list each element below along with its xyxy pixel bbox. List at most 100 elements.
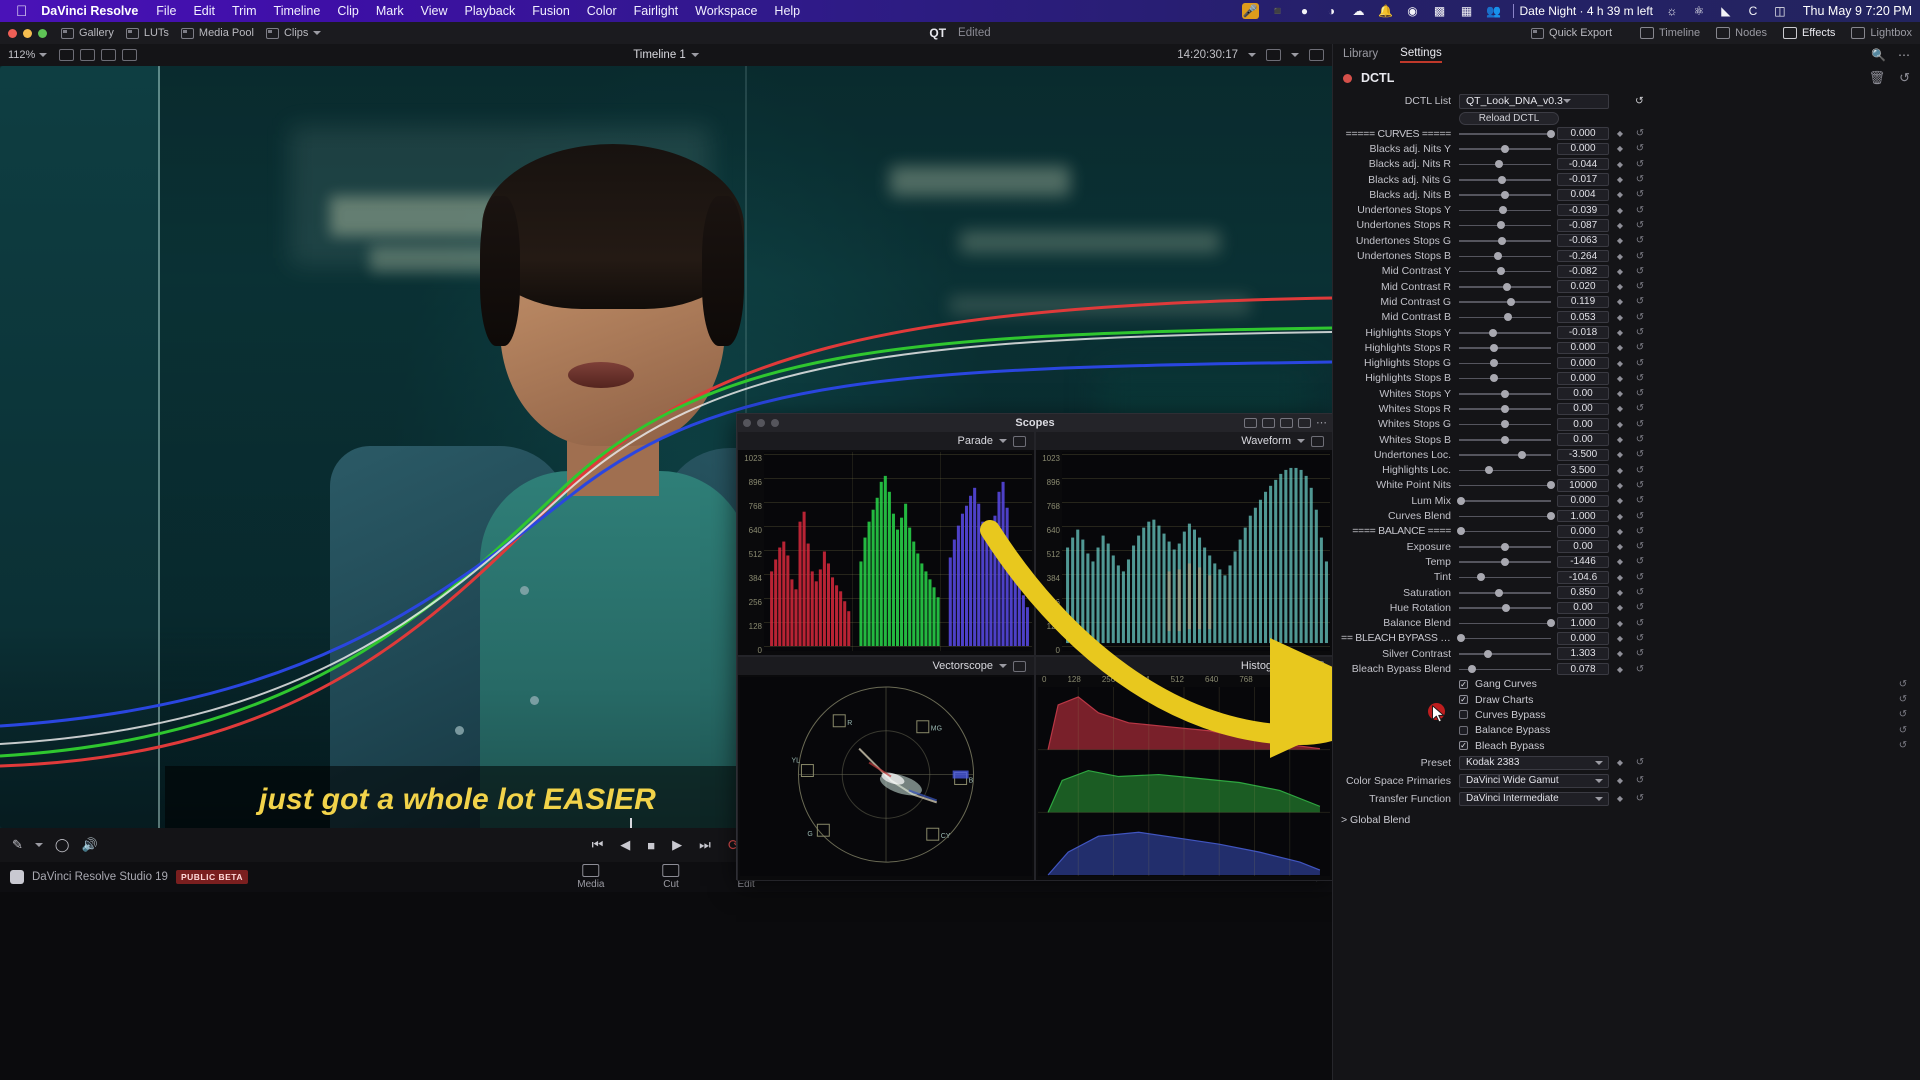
reset-icon[interactable]: ↺ bbox=[1631, 572, 1649, 583]
reset-icon[interactable]: ↺ bbox=[1631, 373, 1649, 384]
param-slider[interactable] bbox=[1459, 143, 1551, 155]
pen-icon[interactable]: ✎ bbox=[12, 837, 23, 853]
page-button-nodes[interactable]: Nodes bbox=[1716, 27, 1767, 39]
slider-knob[interactable] bbox=[1484, 650, 1492, 658]
chevron-down-icon[interactable] bbox=[313, 31, 321, 35]
reset-icon[interactable]: ↺ bbox=[1631, 511, 1649, 522]
param-value[interactable]: 1.303 bbox=[1557, 647, 1609, 660]
keyframe-icon[interactable]: ◆ bbox=[1609, 297, 1631, 306]
maximize-window-button[interactable] bbox=[38, 29, 47, 38]
select-color-space-primaries[interactable]: DaVinci Wide Gamut bbox=[1459, 774, 1609, 788]
param-value[interactable]: 0.000 bbox=[1557, 525, 1609, 538]
reset-icon[interactable]: ↺ bbox=[1631, 449, 1649, 460]
trash-icon[interactable]: 🗑 bbox=[1869, 70, 1886, 86]
menu-fairlight[interactable]: Fairlight bbox=[634, 4, 678, 18]
slider-knob[interactable] bbox=[1502, 604, 1510, 612]
search-icon[interactable]: 🔍 bbox=[1871, 48, 1886, 62]
keyframe-icon[interactable]: ◆ bbox=[1609, 160, 1631, 169]
param-value[interactable]: 0.00 bbox=[1557, 387, 1609, 400]
keyframe-icon[interactable]: ◆ bbox=[1609, 481, 1631, 490]
menu-help[interactable]: Help bbox=[774, 4, 800, 18]
checkbox-balance-bypass[interactable] bbox=[1459, 726, 1468, 735]
param-slider[interactable] bbox=[1459, 235, 1551, 247]
reset-icon[interactable]: ↺ bbox=[1631, 235, 1649, 246]
param-value[interactable]: 1.000 bbox=[1557, 617, 1609, 630]
scope-waveform[interactable]: Waveform 1023 896 768 640 512 384 256 12… bbox=[1035, 431, 1333, 656]
slider-knob[interactable] bbox=[1490, 359, 1498, 367]
effect-enable-toggle[interactable] bbox=[1343, 74, 1352, 83]
keyframe-icon[interactable]: ◆ bbox=[1609, 776, 1631, 785]
window-controls[interactable] bbox=[8, 29, 47, 38]
chevron-down-icon[interactable] bbox=[1297, 439, 1305, 443]
param-slider[interactable] bbox=[1459, 510, 1551, 522]
param-slider[interactable] bbox=[1459, 311, 1551, 323]
slider-knob[interactable] bbox=[1468, 665, 1476, 673]
time-machine-icon[interactable]: ⚛ bbox=[1691, 4, 1707, 18]
screen-record-icon[interactable]: ◾ bbox=[1270, 4, 1286, 18]
slider-knob[interactable] bbox=[1498, 176, 1506, 184]
slider-knob[interactable] bbox=[1499, 206, 1507, 214]
chevron-down-icon[interactable] bbox=[1595, 797, 1603, 801]
viewer-magic-mask-icon[interactable] bbox=[1309, 49, 1324, 61]
param-slider[interactable] bbox=[1459, 556, 1551, 568]
reset-icon[interactable]: ↺ bbox=[1631, 388, 1649, 399]
slider-knob[interactable] bbox=[1457, 634, 1465, 642]
param-value[interactable]: 10000 bbox=[1557, 479, 1609, 492]
bluetooth-icon[interactable]: ◣ bbox=[1718, 4, 1734, 18]
playhead[interactable] bbox=[630, 818, 632, 828]
tab-library[interactable]: Library bbox=[1343, 48, 1378, 62]
slider-knob[interactable] bbox=[1490, 374, 1498, 382]
chevron-down-icon[interactable] bbox=[1563, 99, 1571, 103]
param-value[interactable]: 0.020 bbox=[1557, 280, 1609, 293]
keyframe-icon[interactable]: ◆ bbox=[1609, 282, 1631, 291]
scopes-close-button[interactable] bbox=[743, 419, 751, 427]
apple-icon[interactable]:  bbox=[16, 4, 27, 19]
menubar-clock[interactable]: Thu May 9 7:20 PM bbox=[1803, 4, 1912, 18]
reset-icon[interactable]: ↺ bbox=[1635, 95, 1644, 107]
keyframe-icon[interactable]: ◆ bbox=[1609, 175, 1631, 184]
keyframe-icon[interactable]: ◆ bbox=[1609, 588, 1631, 597]
reset-icon[interactable]: ↺ bbox=[1631, 342, 1649, 353]
reset-icon[interactable]: ↺ bbox=[1631, 159, 1649, 170]
slider-knob[interactable] bbox=[1485, 466, 1493, 474]
reset-icon[interactable]: ↺ bbox=[1631, 602, 1649, 613]
param-slider[interactable] bbox=[1459, 219, 1551, 231]
scope-parade-label[interactable]: Parade bbox=[958, 435, 993, 447]
keyframe-icon[interactable]: ◆ bbox=[1609, 221, 1631, 230]
param-value[interactable]: 0.000 bbox=[1557, 143, 1609, 156]
param-value[interactable]: 0.053 bbox=[1557, 311, 1609, 324]
reset-icon[interactable]: ↺ bbox=[1631, 327, 1649, 338]
reset-icon[interactable]: ↺ bbox=[1631, 434, 1649, 445]
slider-knob[interactable] bbox=[1457, 497, 1465, 505]
scope-parade[interactable]: Parade 1023 896 768 640 512 384 256 128 … bbox=[737, 431, 1035, 656]
reset-icon[interactable]: ↺ bbox=[1631, 648, 1649, 659]
keyframe-icon[interactable]: ◆ bbox=[1609, 758, 1631, 767]
param-slider[interactable] bbox=[1459, 464, 1551, 476]
reset-icon[interactable]: ↺ bbox=[1894, 694, 1912, 705]
keyframe-icon[interactable]: ◆ bbox=[1609, 206, 1631, 215]
menu-fusion[interactable]: Fusion bbox=[532, 4, 570, 18]
scope-waveform-label[interactable]: Waveform bbox=[1241, 435, 1291, 447]
reset-icon[interactable]: ↺ bbox=[1631, 403, 1649, 414]
menu-timeline[interactable]: Timeline bbox=[274, 4, 321, 18]
reset-icon[interactable]: ↺ bbox=[1631, 174, 1649, 185]
slider-knob[interactable] bbox=[1501, 436, 1509, 444]
slider-knob[interactable] bbox=[1490, 344, 1498, 352]
chevron-down-icon[interactable] bbox=[1291, 53, 1299, 57]
param-value[interactable]: -0.017 bbox=[1557, 173, 1609, 186]
param-slider[interactable] bbox=[1459, 265, 1551, 277]
keyframe-icon[interactable]: ◆ bbox=[1609, 466, 1631, 475]
slider-knob[interactable] bbox=[1501, 543, 1509, 551]
first-frame-icon[interactable]: ⏮ bbox=[592, 837, 604, 853]
more-options-icon[interactable]: ⋯ bbox=[1316, 416, 1327, 429]
keyframe-icon[interactable]: ◆ bbox=[1609, 328, 1631, 337]
param-slider[interactable] bbox=[1459, 587, 1551, 599]
param-slider[interactable] bbox=[1459, 648, 1551, 660]
reset-icon[interactable]: ↺ bbox=[1631, 541, 1649, 552]
scope-settings-icon[interactable] bbox=[1013, 436, 1026, 447]
param-value[interactable]: -0.063 bbox=[1557, 234, 1609, 247]
display-icon[interactable]: ▦ bbox=[1459, 4, 1475, 18]
keyframe-icon[interactable]: ◆ bbox=[1609, 404, 1631, 413]
slider-knob[interactable] bbox=[1489, 329, 1497, 337]
param-slider[interactable] bbox=[1459, 342, 1551, 354]
